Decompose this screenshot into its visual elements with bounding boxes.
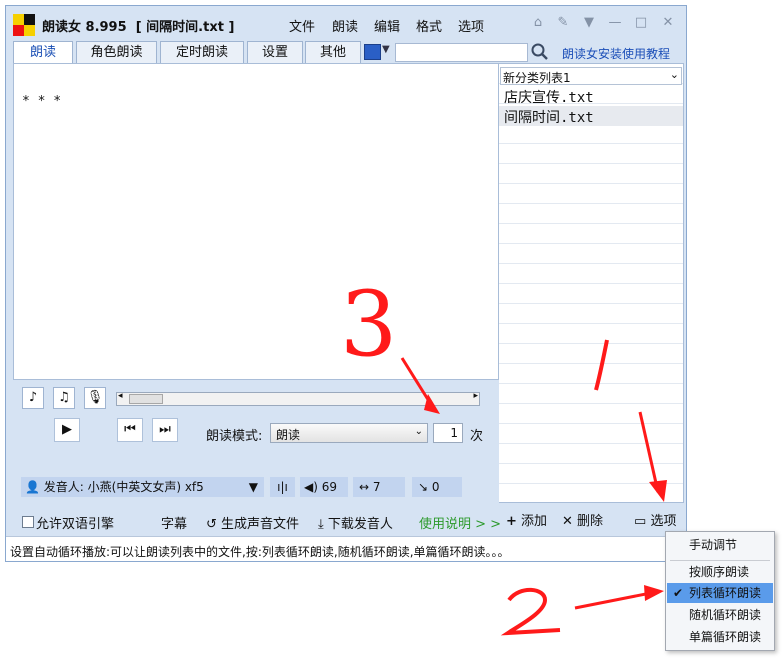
arrow-to-menu bbox=[574, 590, 657, 610]
arrow-head bbox=[644, 585, 664, 601]
arrow-to-options bbox=[638, 411, 660, 493]
annotation-arrows bbox=[400, 339, 667, 636]
annotation-number-1 bbox=[594, 339, 609, 391]
arrow-head bbox=[649, 480, 667, 502]
annotation-number-2 bbox=[500, 587, 561, 636]
